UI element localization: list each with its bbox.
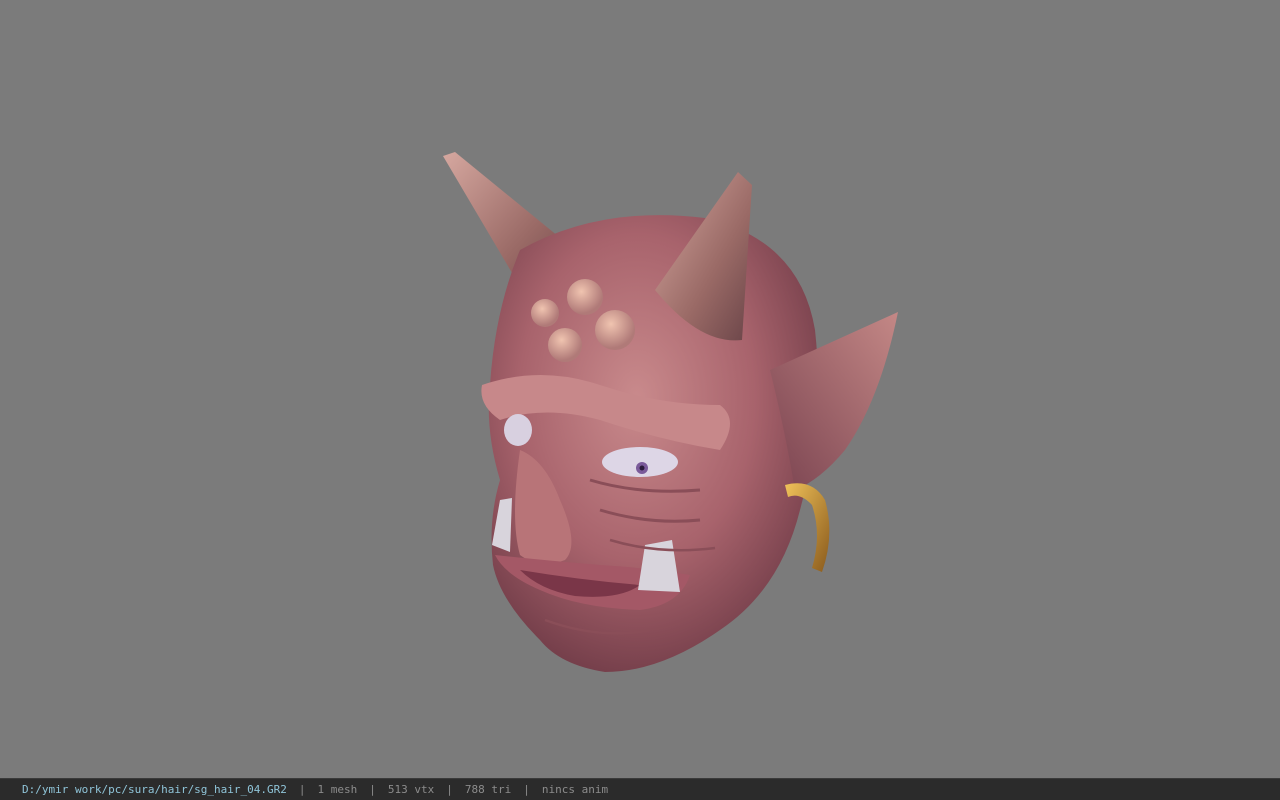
separator: | xyxy=(298,783,306,796)
left-eye xyxy=(504,414,532,446)
status-bar: D:/ymir work/pc/sura/hair/sg_hair_04.GR2… xyxy=(0,778,1280,800)
separator: | xyxy=(446,783,453,796)
triangle-count-label: 788 tri xyxy=(464,783,512,796)
mesh-count-label: 1 mesh xyxy=(317,783,358,796)
separator: | xyxy=(523,783,530,796)
file-path-label: D:/ymir work/pc/sura/hair/sg_hair_04.GR2 xyxy=(22,783,287,796)
oni-demon-head-model[interactable] xyxy=(0,0,1280,778)
3d-viewport[interactable] xyxy=(0,0,1280,778)
separator: | xyxy=(369,783,376,796)
anim-status-label: nincs anim xyxy=(541,783,609,796)
vertex-count-label: 513 vtx xyxy=(387,783,435,796)
